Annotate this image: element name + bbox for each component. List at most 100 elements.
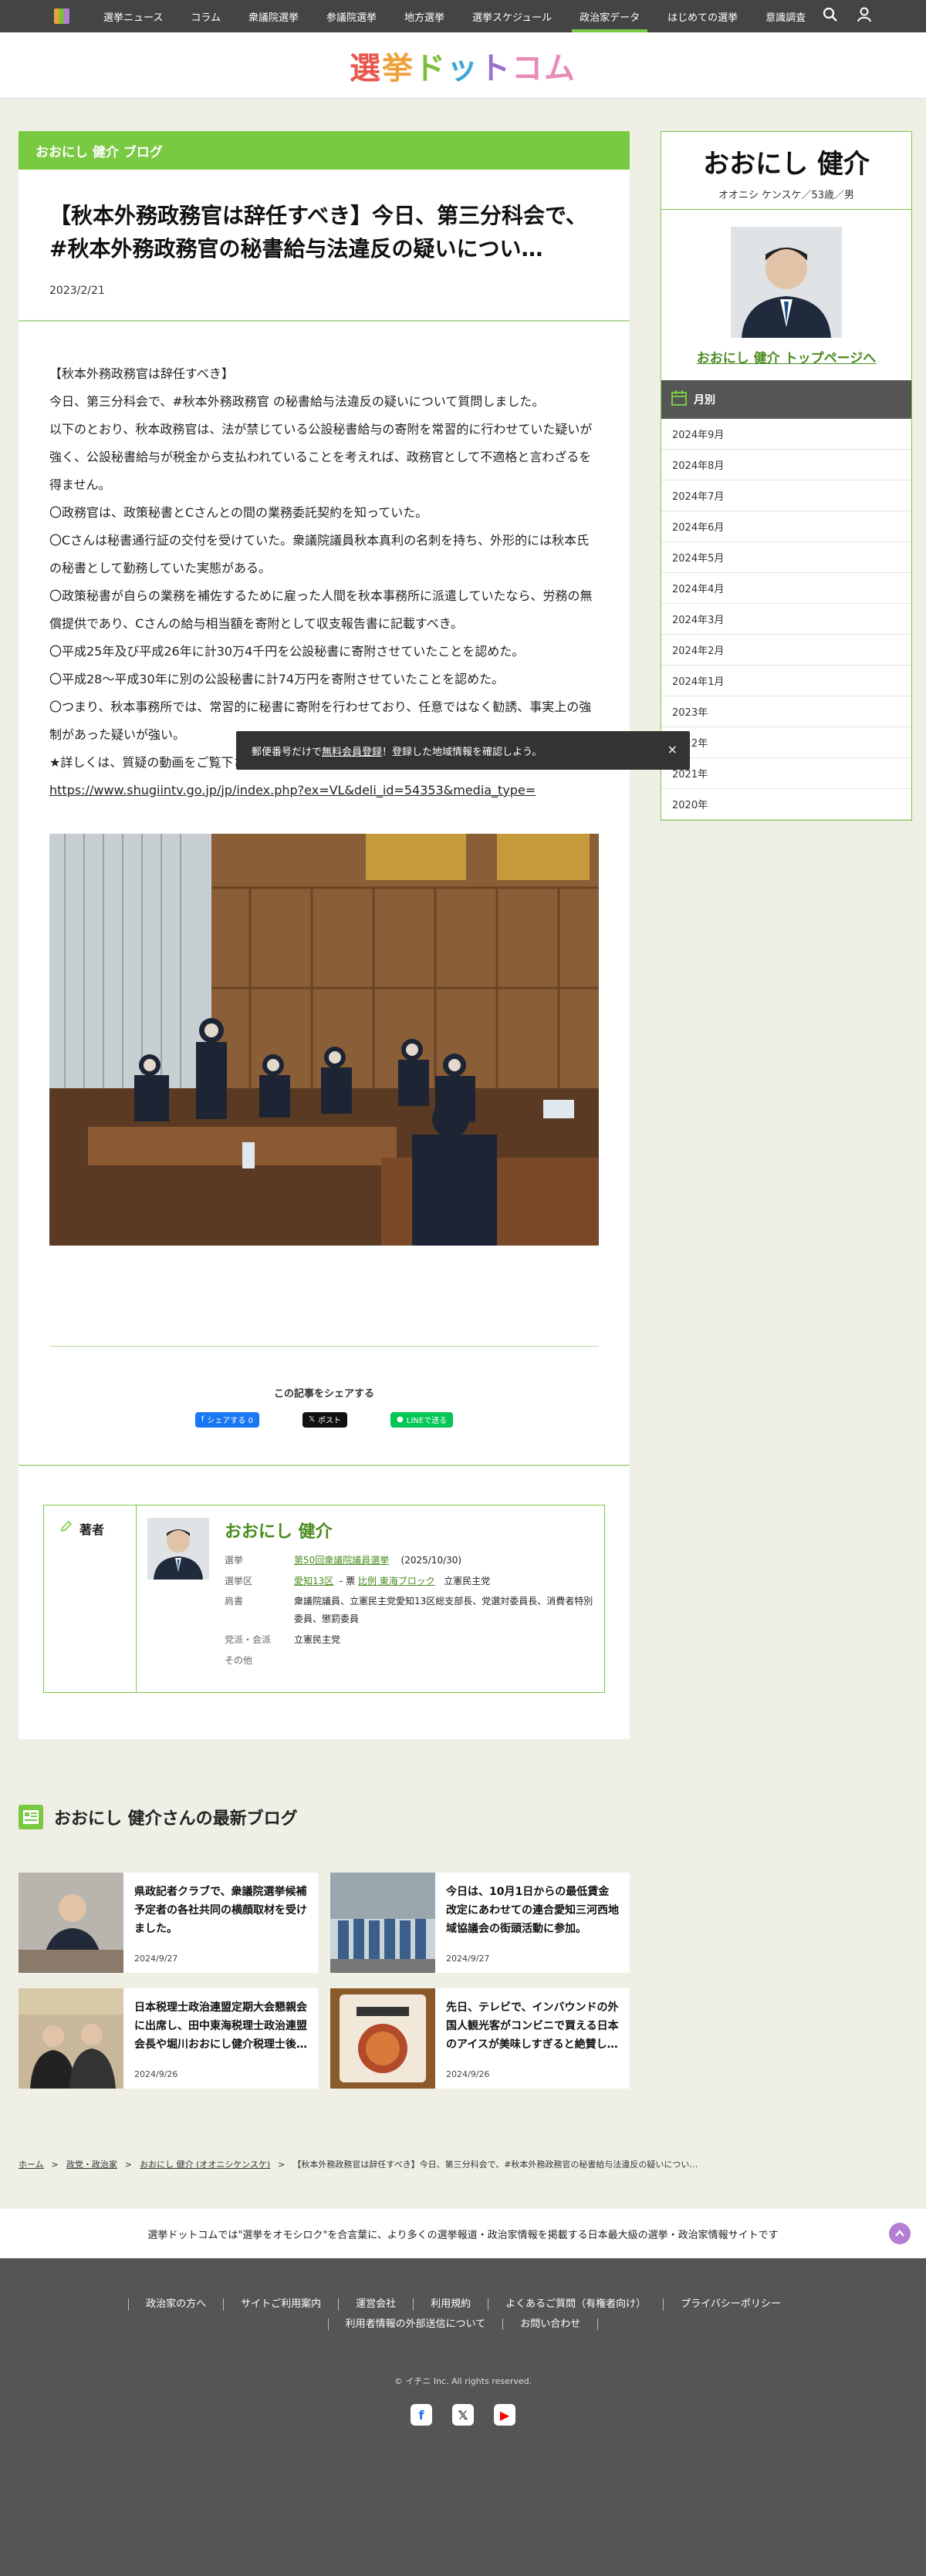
paragraph: 〇政策秘書が自らの業務を補佐するために雇った人間を秋本事務所に派遣していたなら、… xyxy=(49,588,593,631)
breadcrumb-current: 【秋本外務政務官は辞任すべき】今日、第三分科会で、#秋本外務政務官の秘書給与法違… xyxy=(292,2160,698,2170)
nav-item-sangiin[interactable]: 参議院選挙 xyxy=(313,0,390,32)
election-link[interactable]: 第50回衆議院議員選挙 xyxy=(294,1555,389,1566)
article-header: 【秋本外務政務官は辞任すべき】今日、第三分科会で、#秋本外務政務官の秘書給与法違… xyxy=(19,170,630,322)
author-label: 著者 xyxy=(44,1505,137,1692)
month-item[interactable]: 2023年 xyxy=(661,696,911,727)
blog-card[interactable]: 日本税理士政治連盟定期大会懇親会に出席し、田中東海税理士政治連盟会長や堀川おおに… xyxy=(19,1988,318,2089)
month-item[interactable]: 2024年6月 xyxy=(661,511,911,542)
month-item[interactable]: 2024年5月 xyxy=(661,542,911,573)
copyright: © イチニ Inc. All rights reserved. xyxy=(394,2376,532,2387)
paragraph: 〇平成28〜平成30年に別の公設秘書に計74万円を寄附させていたことを認めた。 xyxy=(49,671,505,686)
block-link[interactable]: 比例 東海ブロック xyxy=(358,1576,435,1586)
nav-items: 選挙ニュース コラム 衆議院選挙 参議院選挙 地方選挙 選挙スケジュール 政治家… xyxy=(90,0,820,32)
footer-link[interactable]: 運営会社 xyxy=(338,2298,413,2311)
month-item[interactable]: 2024年2月 xyxy=(661,635,911,666)
blog-card[interactable]: 先日、テレビで、インバウンドの外国人観光客がコンビニで買える日本のアイスが美味し… xyxy=(330,1988,630,2089)
blog-list-icon xyxy=(19,1805,43,1829)
share-title: この記事をシェアする xyxy=(273,1387,374,1400)
site-tagline: 選挙ドットコムでは"選挙をオモシロク"を合言葉に、より多くの選挙報道・政治家情報… xyxy=(0,2209,926,2258)
nav-item-survey[interactable]: 意識調査 xyxy=(752,0,820,32)
nav-item-politician-data[interactable]: 政治家データ xyxy=(566,0,654,32)
author-row-title: 肩書 衆議院議員、立憲民主党愛知13区総支部長、党選対委員長、消費者特別委員、懲… xyxy=(225,1596,593,1625)
footer-link[interactable]: 利用規約 xyxy=(413,2298,488,2311)
close-icon[interactable]: × xyxy=(667,742,678,757)
facebook-share-label: シェアする 0 xyxy=(207,1417,253,1426)
author-row-district: 選挙区 愛知13区 - 票 比例 東海ブロック 立憲民主党 xyxy=(225,1575,491,1586)
sidebar: おおにし 健介 オオニシ ケンスケ／53歳／男 おおにし 健介 トップページへ … xyxy=(661,131,912,821)
youtube-icon[interactable]: ▶ xyxy=(494,2404,515,2426)
blog-card-thumbnail xyxy=(19,1988,123,2089)
x-icon[interactable]: 𝕏 xyxy=(452,2404,474,2426)
blog-card-title: 県政記者クラブで、衆議院選挙候補予定者の各社共同の横顔取材を受けました。 xyxy=(134,1886,307,1935)
article-date: 2023/2/21 xyxy=(49,284,105,297)
footer-link[interactable]: お問い合わせ xyxy=(502,2318,599,2331)
footer-link[interactable]: 利用者情報の外部送信について xyxy=(327,2318,503,2331)
district-link[interactable]: 愛知13区 xyxy=(294,1576,333,1586)
paragraph: 【秋本外務政務官は辞任すべき】 xyxy=(49,366,234,381)
registration-toast: 郵便番号だけで 無料会員登録 ！登録した地域情報を確認しよう。 × xyxy=(236,731,690,770)
facebook-share-button[interactable]: f シェアする 0 xyxy=(194,1411,259,1428)
footer-link[interactable]: サイトご利用案内 xyxy=(223,2298,338,2311)
month-item[interactable]: 2024年9月 xyxy=(661,419,911,450)
sidebar-kana: オオニシ ケンスケ／53歳／男 xyxy=(661,187,911,210)
user-icon[interactable] xyxy=(857,7,872,25)
nav-item-column[interactable]: コラム xyxy=(177,0,235,32)
blog-card-date: 2024/9/27 xyxy=(446,1954,490,1964)
nav-item-shugiin[interactable]: 衆議院選挙 xyxy=(235,0,313,32)
month-item[interactable]: 2024年7月 xyxy=(661,480,911,511)
blog-card-date: 2024/9/27 xyxy=(134,1954,178,1964)
back-to-top-icon[interactable] xyxy=(889,2223,911,2244)
site-logo[interactable]: 選挙ドットコム xyxy=(350,43,576,88)
footer-link[interactable]: プライバシーポリシー xyxy=(663,2298,798,2311)
footer-link[interactable]: 政治家の方へ xyxy=(128,2298,223,2311)
article-photo xyxy=(49,833,599,1246)
paragraph: 〇Cさんは秘書通行証の交付を受けていた。衆議院議員秋本真利の名刺を持ち、外形的に… xyxy=(49,532,590,575)
breadcrumb-parties[interactable]: 政党・政治家 xyxy=(66,2158,117,2170)
footer-link[interactable]: よくあるご質問（有権者向け） xyxy=(488,2298,663,2311)
facebook-icon[interactable]: f xyxy=(411,2404,432,2426)
month-item[interactable]: 2021年 xyxy=(661,758,911,789)
month-item[interactable]: 2020年 xyxy=(661,789,911,820)
breadcrumb-politician[interactable]: おおにし 健介 (オオニシケンスケ) xyxy=(140,2158,270,2170)
month-item[interactable]: 2024年3月 xyxy=(661,604,911,635)
paragraph: 以下のとおり、秋本政務官は、法が禁じている公設秘書給与の寄附を常習的に行わせてい… xyxy=(49,421,593,492)
month-item[interactable]: 2024年8月 xyxy=(661,450,911,480)
line-share-button[interactable]: ● LINEで送る xyxy=(390,1411,454,1428)
paragraph: 〇政務官は、政策秘書とCさんとの間の業務委託契約を知っていた。 xyxy=(49,504,428,520)
nav-item-news[interactable]: 選挙ニュース xyxy=(90,0,177,32)
blog-card-date: 2024/9/26 xyxy=(446,2069,490,2079)
line-icon: ● xyxy=(397,1415,404,1425)
search-icon[interactable] xyxy=(823,7,838,25)
pencil-icon xyxy=(59,1519,73,1536)
nav-item-schedule[interactable]: 選挙スケジュール xyxy=(458,0,566,32)
breadcrumb-home[interactable]: ホーム xyxy=(19,2158,44,2170)
social-links: f 𝕏 ▶ xyxy=(0,2404,926,2426)
author-row-election: 選挙 第50回衆議院議員選挙 (2025/10/30) xyxy=(225,1554,462,1566)
month-item[interactable]: 2024年4月 xyxy=(661,573,911,604)
site-mini-logo[interactable] xyxy=(54,8,69,24)
blog-card-title: 日本税理士政治連盟定期大会懇親会に出席し、田中東海税理士政治連盟会長や堀川おおに… xyxy=(134,2001,307,2051)
blog-card-title: 先日、テレビで、インバウンドの外国人観光客がコンビニで買える日本のアイスが美味し… xyxy=(446,2001,619,2051)
sidebar-photo[interactable] xyxy=(731,227,842,338)
month-item[interactable]: 2024年1月 xyxy=(661,666,911,696)
paragraph: 今日、第三分科会で、#秋本外務政務官 の秘書給与法違反の疑いについて質問しました… xyxy=(49,393,545,409)
top-navigation: 選挙ニュース コラム 衆議院選挙 参議院選挙 地方選挙 選挙スケジュール 政治家… xyxy=(0,0,926,32)
politician-top-link[interactable]: おおにし 健介 トップページへ xyxy=(661,347,911,366)
author-row-other: その他 xyxy=(225,1654,253,1666)
latest-blog-heading: おおにし 健介さんの最新ブログ xyxy=(19,1805,298,1829)
x-post-button[interactable]: 𝕏 ポスト xyxy=(302,1411,348,1428)
nav-item-first-election[interactable]: はじめての選挙 xyxy=(654,0,752,32)
video-link[interactable]: https://www.shugiintv.go.jp/jp/index.php… xyxy=(49,783,536,797)
line-share-label: LINEで送る xyxy=(406,1417,448,1426)
breadcrumb-separator: > xyxy=(278,2159,286,2170)
author-photo[interactable] xyxy=(147,1517,209,1580)
month-item[interactable]: 2022年 xyxy=(661,727,911,758)
free-registration-link[interactable]: 無料会員登録 xyxy=(322,743,382,758)
month-archive-header: 月別 xyxy=(661,380,911,419)
author-name[interactable]: おおにし 健介 xyxy=(225,1518,593,1543)
blog-card[interactable]: 今日は、10月1日からの最低賃金改定にあわせての連合愛知三河西地域協議会の街頭活… xyxy=(330,1873,630,1973)
calendar-icon xyxy=(671,389,688,410)
article-column: おおにし 健介 ブログ 【秋本外務政務官は辞任すべき】今日、第三分科会で、#秋本… xyxy=(19,131,630,1739)
nav-item-local[interactable]: 地方選挙 xyxy=(390,0,458,32)
blog-card[interactable]: 県政記者クラブで、衆議院選挙候補予定者の各社共同の横顔取材を受けました。 202… xyxy=(19,1873,318,1973)
